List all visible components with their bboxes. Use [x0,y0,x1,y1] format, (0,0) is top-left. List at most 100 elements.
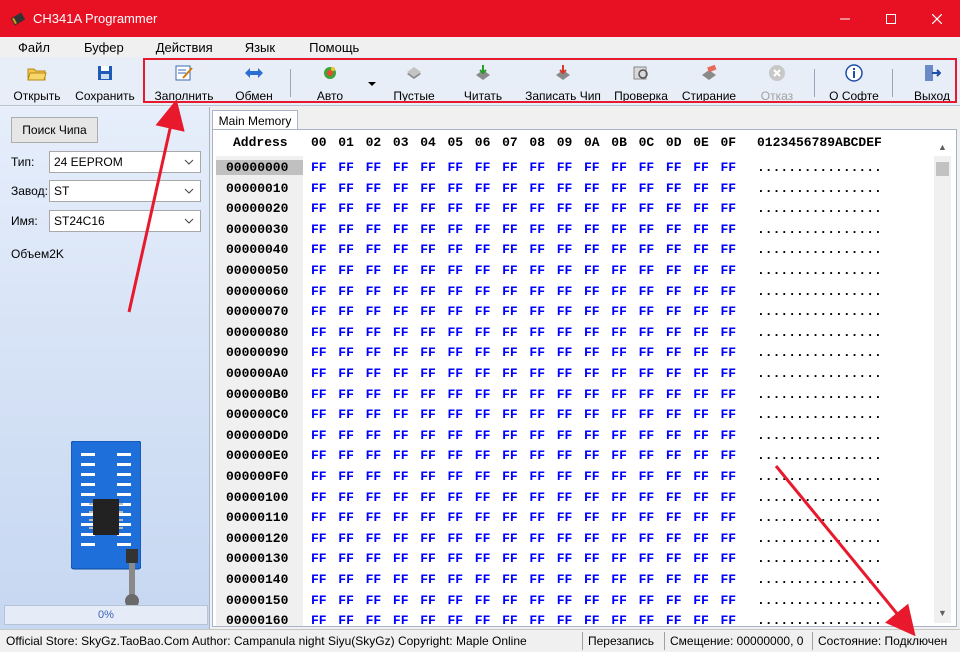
hex-byte[interactable]: FF [448,201,464,216]
hex-byte[interactable]: FF [448,345,464,360]
hex-byte[interactable]: FF [666,325,682,340]
hex-byte[interactable]: FF [557,613,573,626]
hex-byte[interactable]: FF [338,407,354,422]
hex-byte[interactable]: FF [475,263,491,278]
hex-byte[interactable]: FF [693,469,709,484]
hex-byte[interactable]: FF [420,469,436,484]
hex-byte[interactable]: FF [338,613,354,626]
hex-byte[interactable]: FF [611,387,627,402]
hex-byte[interactable]: FF [502,366,518,381]
hex-byte[interactable]: FF [448,242,464,257]
hex-byte[interactable]: FF [529,181,545,196]
hex-byte[interactable]: FF [502,551,518,566]
hex-byte[interactable]: FF [693,242,709,257]
hex-byte[interactable]: FF [693,201,709,216]
hex-byte[interactable]: FF [475,366,491,381]
hex-byte[interactable]: FF [393,201,409,216]
hex-byte[interactable]: FF [584,510,600,525]
hex-byte[interactable]: FF [639,490,655,505]
hex-byte[interactable]: FF [639,284,655,299]
hex-byte[interactable]: FF [475,345,491,360]
hex-byte[interactable]: FF [420,510,436,525]
hex-byte[interactable]: FF [639,222,655,237]
hex-byte[interactable]: FF [393,613,409,626]
hex-byte[interactable]: FF [475,448,491,463]
hex-byte[interactable]: FF [338,490,354,505]
hex-byte[interactable]: FF [420,242,436,257]
hex-byte[interactable]: FF [393,510,409,525]
hex-byte[interactable]: FF [666,387,682,402]
hex-byte[interactable]: FF [611,222,627,237]
hex-byte[interactable]: FF [502,325,518,340]
hex-byte[interactable]: FF [666,531,682,546]
hex-byte[interactable]: FF [557,160,573,175]
hex-byte[interactable]: FF [393,242,409,257]
hex-byte[interactable]: FF [502,510,518,525]
hex-byte[interactable]: FF [448,366,464,381]
hex-byte[interactable]: FF [584,387,600,402]
hex-byte[interactable]: FF [721,551,737,566]
ascii-text[interactable]: ................ [757,387,882,402]
maker-select[interactable]: ST [49,180,201,202]
verify-button[interactable]: Проверка [610,59,672,103]
menu-language[interactable]: Язык [227,40,275,55]
hex-byte[interactable]: FF [584,201,600,216]
hex-byte[interactable]: FF [639,387,655,402]
scrollbar-thumb[interactable] [936,162,949,176]
scroll-down-icon[interactable]: ▼ [938,608,947,618]
hex-byte[interactable]: FF [557,325,573,340]
hex-byte[interactable]: FF [693,160,709,175]
hex-byte[interactable]: FF [639,366,655,381]
hex-byte[interactable]: FF [420,593,436,608]
hex-byte[interactable]: FF [639,263,655,278]
hex-byte[interactable]: FF [366,613,382,626]
hex-byte[interactable]: FF [311,242,327,257]
hex-byte[interactable]: FF [639,448,655,463]
hex-byte[interactable]: FF [584,345,600,360]
hex-byte[interactable]: FF [557,284,573,299]
hex-byte[interactable]: FF [557,181,573,196]
hex-byte[interactable]: FF [666,572,682,587]
hex-byte[interactable]: FF [529,160,545,175]
hex-byte[interactable]: FF [584,428,600,443]
hex-byte[interactable]: FF [448,469,464,484]
hex-byte[interactable]: FF [584,181,600,196]
hex-byte[interactable]: FF [666,428,682,443]
hex-byte[interactable]: FF [557,222,573,237]
hex-byte[interactable]: FF [611,593,627,608]
hex-byte[interactable]: FF [666,448,682,463]
hex-byte[interactable]: FF [475,325,491,340]
hex-byte[interactable]: FF [338,160,354,175]
hex-byte[interactable]: FF [693,593,709,608]
hex-byte[interactable]: FF [393,531,409,546]
blank-check-button[interactable]: Пустые [388,59,440,103]
hex-byte[interactable]: FF [639,551,655,566]
hex-byte[interactable]: FF [693,531,709,546]
hex-byte[interactable]: FF [611,160,627,175]
hex-byte[interactable]: FF [311,531,327,546]
hex-byte[interactable]: FF [721,181,737,196]
menu-buffer[interactable]: Буфер [66,40,124,55]
hex-byte[interactable]: FF [584,407,600,422]
hex-byte[interactable]: FF [311,181,327,196]
hex-byte[interactable]: FF [502,304,518,319]
hex-byte[interactable]: FF [366,222,382,237]
hex-byte[interactable]: FF [448,222,464,237]
hex-byte[interactable]: FF [557,551,573,566]
hex-byte[interactable]: FF [448,510,464,525]
auto-button[interactable]: Авто [306,59,354,103]
hex-byte[interactable]: FF [420,304,436,319]
ascii-text[interactable]: ................ [757,345,882,360]
hex-byte[interactable]: FF [666,469,682,484]
hex-byte[interactable]: FF [338,387,354,402]
hex-byte[interactable]: FF [611,201,627,216]
hex-byte[interactable]: FF [475,407,491,422]
hex-byte[interactable]: FF [639,593,655,608]
hex-byte[interactable]: FF [529,407,545,422]
hex-byte[interactable]: FF [311,428,327,443]
hex-byte[interactable]: FF [475,593,491,608]
hex-byte[interactable]: FF [721,428,737,443]
hex-byte[interactable]: FF [611,325,627,340]
hex-byte[interactable]: FF [611,510,627,525]
hex-byte[interactable]: FF [393,469,409,484]
